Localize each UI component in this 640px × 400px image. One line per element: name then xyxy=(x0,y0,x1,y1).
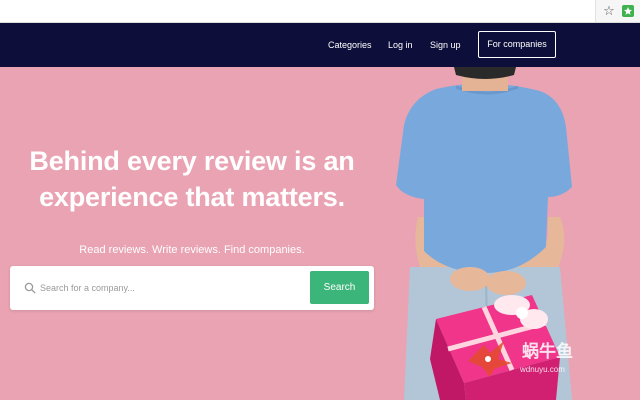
for-companies-button[interactable]: For companies xyxy=(478,31,556,58)
search-button[interactable]: Search xyxy=(310,271,369,304)
watermark: 蜗牛鱼 wdnuyu.com xyxy=(464,339,594,379)
watermark-url: wdnuyu.com xyxy=(520,365,565,374)
company-search-box: Search xyxy=(10,266,374,310)
address-bar[interactable] xyxy=(0,0,596,22)
headline-line: experience that matters. xyxy=(39,182,345,212)
search-input[interactable] xyxy=(40,276,310,300)
nav-link-login[interactable]: Log in xyxy=(388,38,413,52)
extension-icon[interactable] xyxy=(622,5,634,17)
top-navigation: Categories Log in Sign up For companies xyxy=(0,23,640,67)
hero-section: Behind every review is an experience tha… xyxy=(0,67,640,400)
nav-link-signup[interactable]: Sign up xyxy=(430,38,461,52)
headline-line: Behind every review is an xyxy=(29,146,355,176)
star-icon[interactable]: ☆ xyxy=(602,4,616,18)
nav-link-categories[interactable]: Categories xyxy=(328,38,372,52)
hero-headline: Behind every review is an experience tha… xyxy=(0,143,384,215)
watermark-logo xyxy=(468,341,512,377)
hero-subline: Read reviews. Write reviews. Find compan… xyxy=(79,244,305,256)
browser-toolbar: ☆ xyxy=(0,0,640,23)
watermark-text: 蜗牛鱼 xyxy=(522,342,573,362)
search-icon xyxy=(24,282,36,294)
